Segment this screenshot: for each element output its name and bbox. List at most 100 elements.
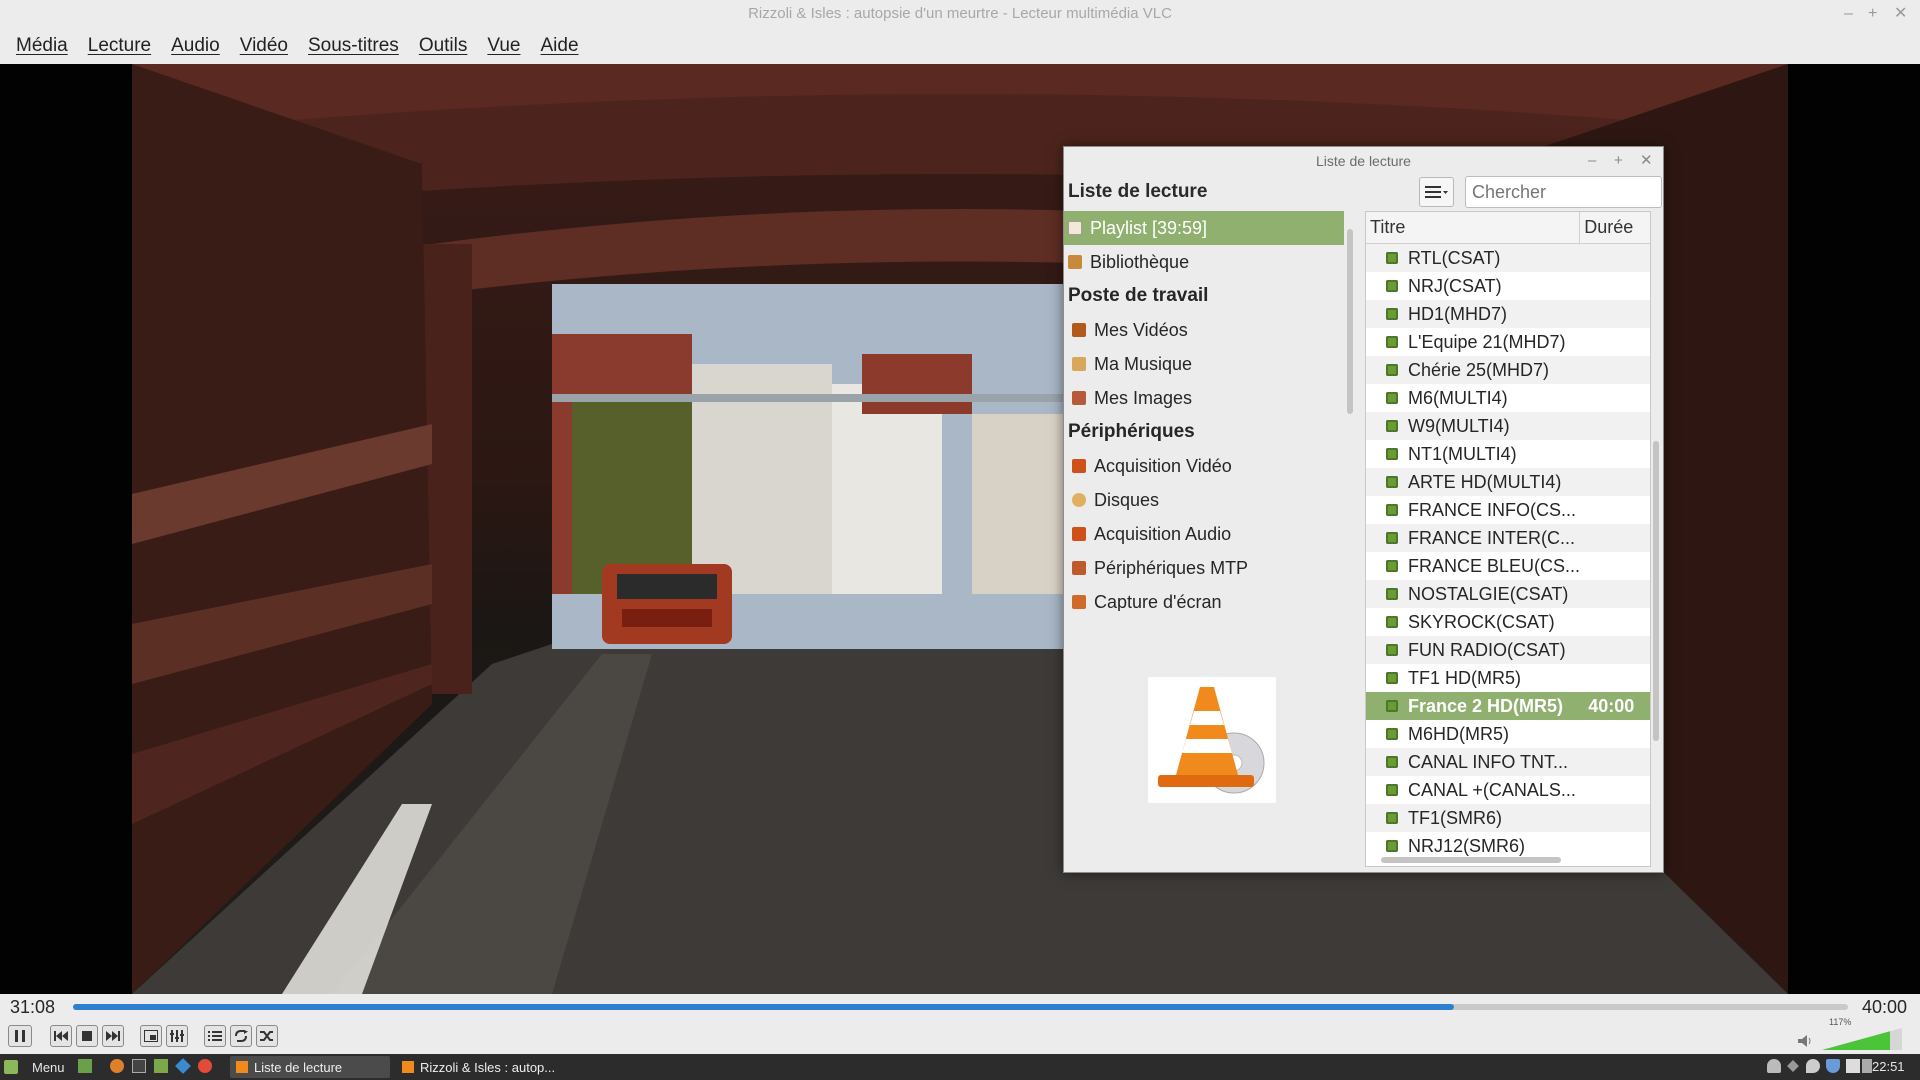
- playlist-vertical-scrollbar[interactable]: [1651, 211, 1661, 855]
- table-row[interactable]: FRANCE INFO(CS...: [1366, 496, 1650, 524]
- music-note-icon: [1072, 357, 1086, 371]
- table-row[interactable]: RTL(CSAT): [1366, 244, 1650, 272]
- cell-title-text: CANAL +(CANALS...: [1408, 779, 1576, 800]
- previous-button[interactable]: [50, 1025, 72, 1047]
- table-row[interactable]: FRANCE BLEU(CS...: [1366, 552, 1650, 580]
- table-row[interactable]: FRANCE INTER(C...: [1366, 524, 1650, 552]
- playlist-maximize-button[interactable]: +: [1614, 147, 1623, 175]
- cell-title: Chérie 25(MHD7): [1366, 360, 1580, 381]
- loop-button[interactable]: [230, 1025, 252, 1047]
- maximize-button[interactable]: +: [1868, 0, 1877, 28]
- volume-slider[interactable]: [1822, 1028, 1902, 1050]
- table-row[interactable]: M6(MULTI4): [1366, 384, 1650, 412]
- cell-title-text: FRANCE INFO(CS...: [1408, 499, 1577, 520]
- sidebar-item-my-music[interactable]: Ma Musique: [1064, 347, 1344, 381]
- bluetooth-icon[interactable]: [1787, 1060, 1799, 1072]
- playlist-dialog-titlebar: Liste de lecture – + ✕: [1064, 147, 1663, 175]
- table-row[interactable]: ARTE HD(MULTI4): [1366, 468, 1650, 496]
- scrollbar-thumb[interactable]: [1653, 441, 1659, 741]
- tv-channel-icon: [1386, 448, 1398, 460]
- sidebar-item-screen-capture[interactable]: Capture d'écran: [1064, 585, 1344, 611]
- column-header-title[interactable]: Titre: [1366, 212, 1581, 243]
- sidebar-item-label: Playlist [39:59]: [1090, 217, 1208, 238]
- terminal-icon[interactable]: [132, 1059, 146, 1073]
- menu-view[interactable]: Vue: [477, 35, 530, 57]
- seek-slider[interactable]: [73, 1004, 1848, 1010]
- sidebar-item-label: Disques: [1094, 489, 1160, 510]
- sidebar-item-playlist[interactable]: Playlist [39:59]: [1064, 211, 1344, 245]
- user-icon[interactable]: [1767, 1059, 1781, 1073]
- sidebar-item-label: Acquisition Vidéo: [1094, 455, 1232, 476]
- network-app-icon[interactable]: [175, 1058, 191, 1074]
- sidebar-item-audio-capture[interactable]: Acquisition Audio: [1064, 517, 1344, 551]
- extended-settings-button[interactable]: [166, 1025, 188, 1047]
- sidebar-item-discs[interactable]: Disques: [1064, 483, 1344, 517]
- menu-subtitles[interactable]: Sous-titres: [298, 35, 409, 57]
- menu-media[interactable]: Média: [6, 35, 78, 57]
- table-row[interactable]: TF1 HD(MR5): [1366, 664, 1650, 692]
- table-row[interactable]: CANAL INFO TNT...: [1366, 748, 1650, 776]
- table-row[interactable]: L'Equipe 21(MHD7): [1366, 328, 1650, 356]
- playlist-close-button[interactable]: ✕: [1640, 147, 1653, 175]
- scrollbar-thumb[interactable]: [1381, 857, 1561, 863]
- network-icon[interactable]: [1846, 1059, 1860, 1073]
- sidebar-scrollbar[interactable]: [1344, 211, 1356, 607]
- battery-icon[interactable]: [1862, 1059, 1872, 1073]
- playlist-horizontal-scrollbar[interactable]: [1365, 853, 1651, 867]
- playlist-minimize-button[interactable]: –: [1588, 147, 1596, 175]
- menu-help[interactable]: Aide: [531, 35, 589, 57]
- playlist-dialog: Liste de lecture – + ✕ Liste de lecture …: [1063, 146, 1664, 873]
- sidebar-item-library[interactable]: Bibliothèque: [1064, 245, 1344, 279]
- table-row[interactable]: SKYROCK(CSAT): [1366, 608, 1650, 636]
- view-mode-button[interactable]: [1419, 177, 1454, 207]
- clock[interactable]: 22:51: [1872, 1059, 1905, 1074]
- playlist-search-input[interactable]: [1465, 176, 1662, 208]
- table-row[interactable]: NOSTALGIE(CSAT): [1366, 580, 1650, 608]
- table-row[interactable]: NT1(MULTI4): [1366, 440, 1650, 468]
- chrome-icon[interactable]: [198, 1059, 212, 1073]
- table-row[interactable]: W9(MULTI4): [1366, 412, 1650, 440]
- menu-video[interactable]: Vidéo: [230, 35, 298, 57]
- table-row[interactable]: HD1(MHD7): [1366, 300, 1650, 328]
- playlist-icon: [208, 1031, 222, 1041]
- table-row[interactable]: Chérie 25(MHD7): [1366, 356, 1650, 384]
- table-row[interactable]: CANAL +(CANALS...: [1366, 776, 1650, 804]
- sidebar-item-mtp-devices[interactable]: Périphériques MTP: [1064, 551, 1344, 585]
- start-menu-button[interactable]: Menu: [4, 1054, 65, 1080]
- cell-title-text: M6HD(MR5): [1408, 723, 1509, 744]
- menu-audio[interactable]: Audio: [161, 35, 230, 57]
- shuffle-button[interactable]: [256, 1025, 278, 1047]
- table-row[interactable]: TF1(SMR6): [1366, 804, 1650, 832]
- sidebar-item-video-capture[interactable]: Acquisition Vidéo: [1064, 449, 1344, 483]
- taskbar-task-playlist[interactable]: Liste de lecture: [230, 1056, 390, 1078]
- table-row[interactable]: FUN RADIO(CSAT): [1366, 636, 1650, 664]
- table-row[interactable]: NRJ(CSAT): [1366, 272, 1650, 300]
- shield-icon[interactable]: [1826, 1059, 1840, 1073]
- stop-button[interactable]: [76, 1025, 98, 1047]
- video-area[interactable]: Liste de lecture – + ✕ Liste de lecture …: [0, 64, 1920, 994]
- files-icon[interactable]: [154, 1059, 168, 1073]
- table-row[interactable]: M6HD(MR5): [1366, 720, 1650, 748]
- loop-icon: [235, 1030, 248, 1042]
- scrollbar-thumb[interactable]: [1347, 229, 1353, 414]
- column-header-duration[interactable]: Durée: [1580, 212, 1650, 243]
- pause-button[interactable]: [8, 1025, 32, 1047]
- playlist-header: Liste de lecture: [1068, 181, 1208, 202]
- sidebar-item-my-images[interactable]: Mes Images: [1064, 381, 1344, 415]
- taskbar-task-vlc[interactable]: Rizzoli & Isles : autop...: [396, 1056, 556, 1078]
- firefox-icon[interactable]: [110, 1059, 124, 1073]
- menu-tools[interactable]: Outils: [409, 35, 478, 57]
- close-button[interactable]: ✕: [1894, 0, 1907, 28]
- show-desktop-icon[interactable]: [78, 1059, 92, 1073]
- minimize-button[interactable]: –: [1844, 0, 1853, 28]
- sidebar-item-my-videos[interactable]: Mes Vidéos: [1064, 313, 1344, 347]
- music-note-icon[interactable]: [1806, 1059, 1820, 1073]
- toggle-playlist-button[interactable]: [204, 1025, 226, 1047]
- next-button[interactable]: [102, 1025, 124, 1047]
- speaker-icon[interactable]: [1798, 1034, 1812, 1048]
- table-row[interactable]: France 2 HD(MR5) 40:00: [1366, 692, 1650, 720]
- menu-playback[interactable]: Lecture: [78, 35, 161, 57]
- cell-title-text: M6(MULTI4): [1408, 387, 1508, 408]
- cell-title: ARTE HD(MULTI4): [1366, 472, 1580, 493]
- fullscreen-button[interactable]: [140, 1025, 162, 1047]
